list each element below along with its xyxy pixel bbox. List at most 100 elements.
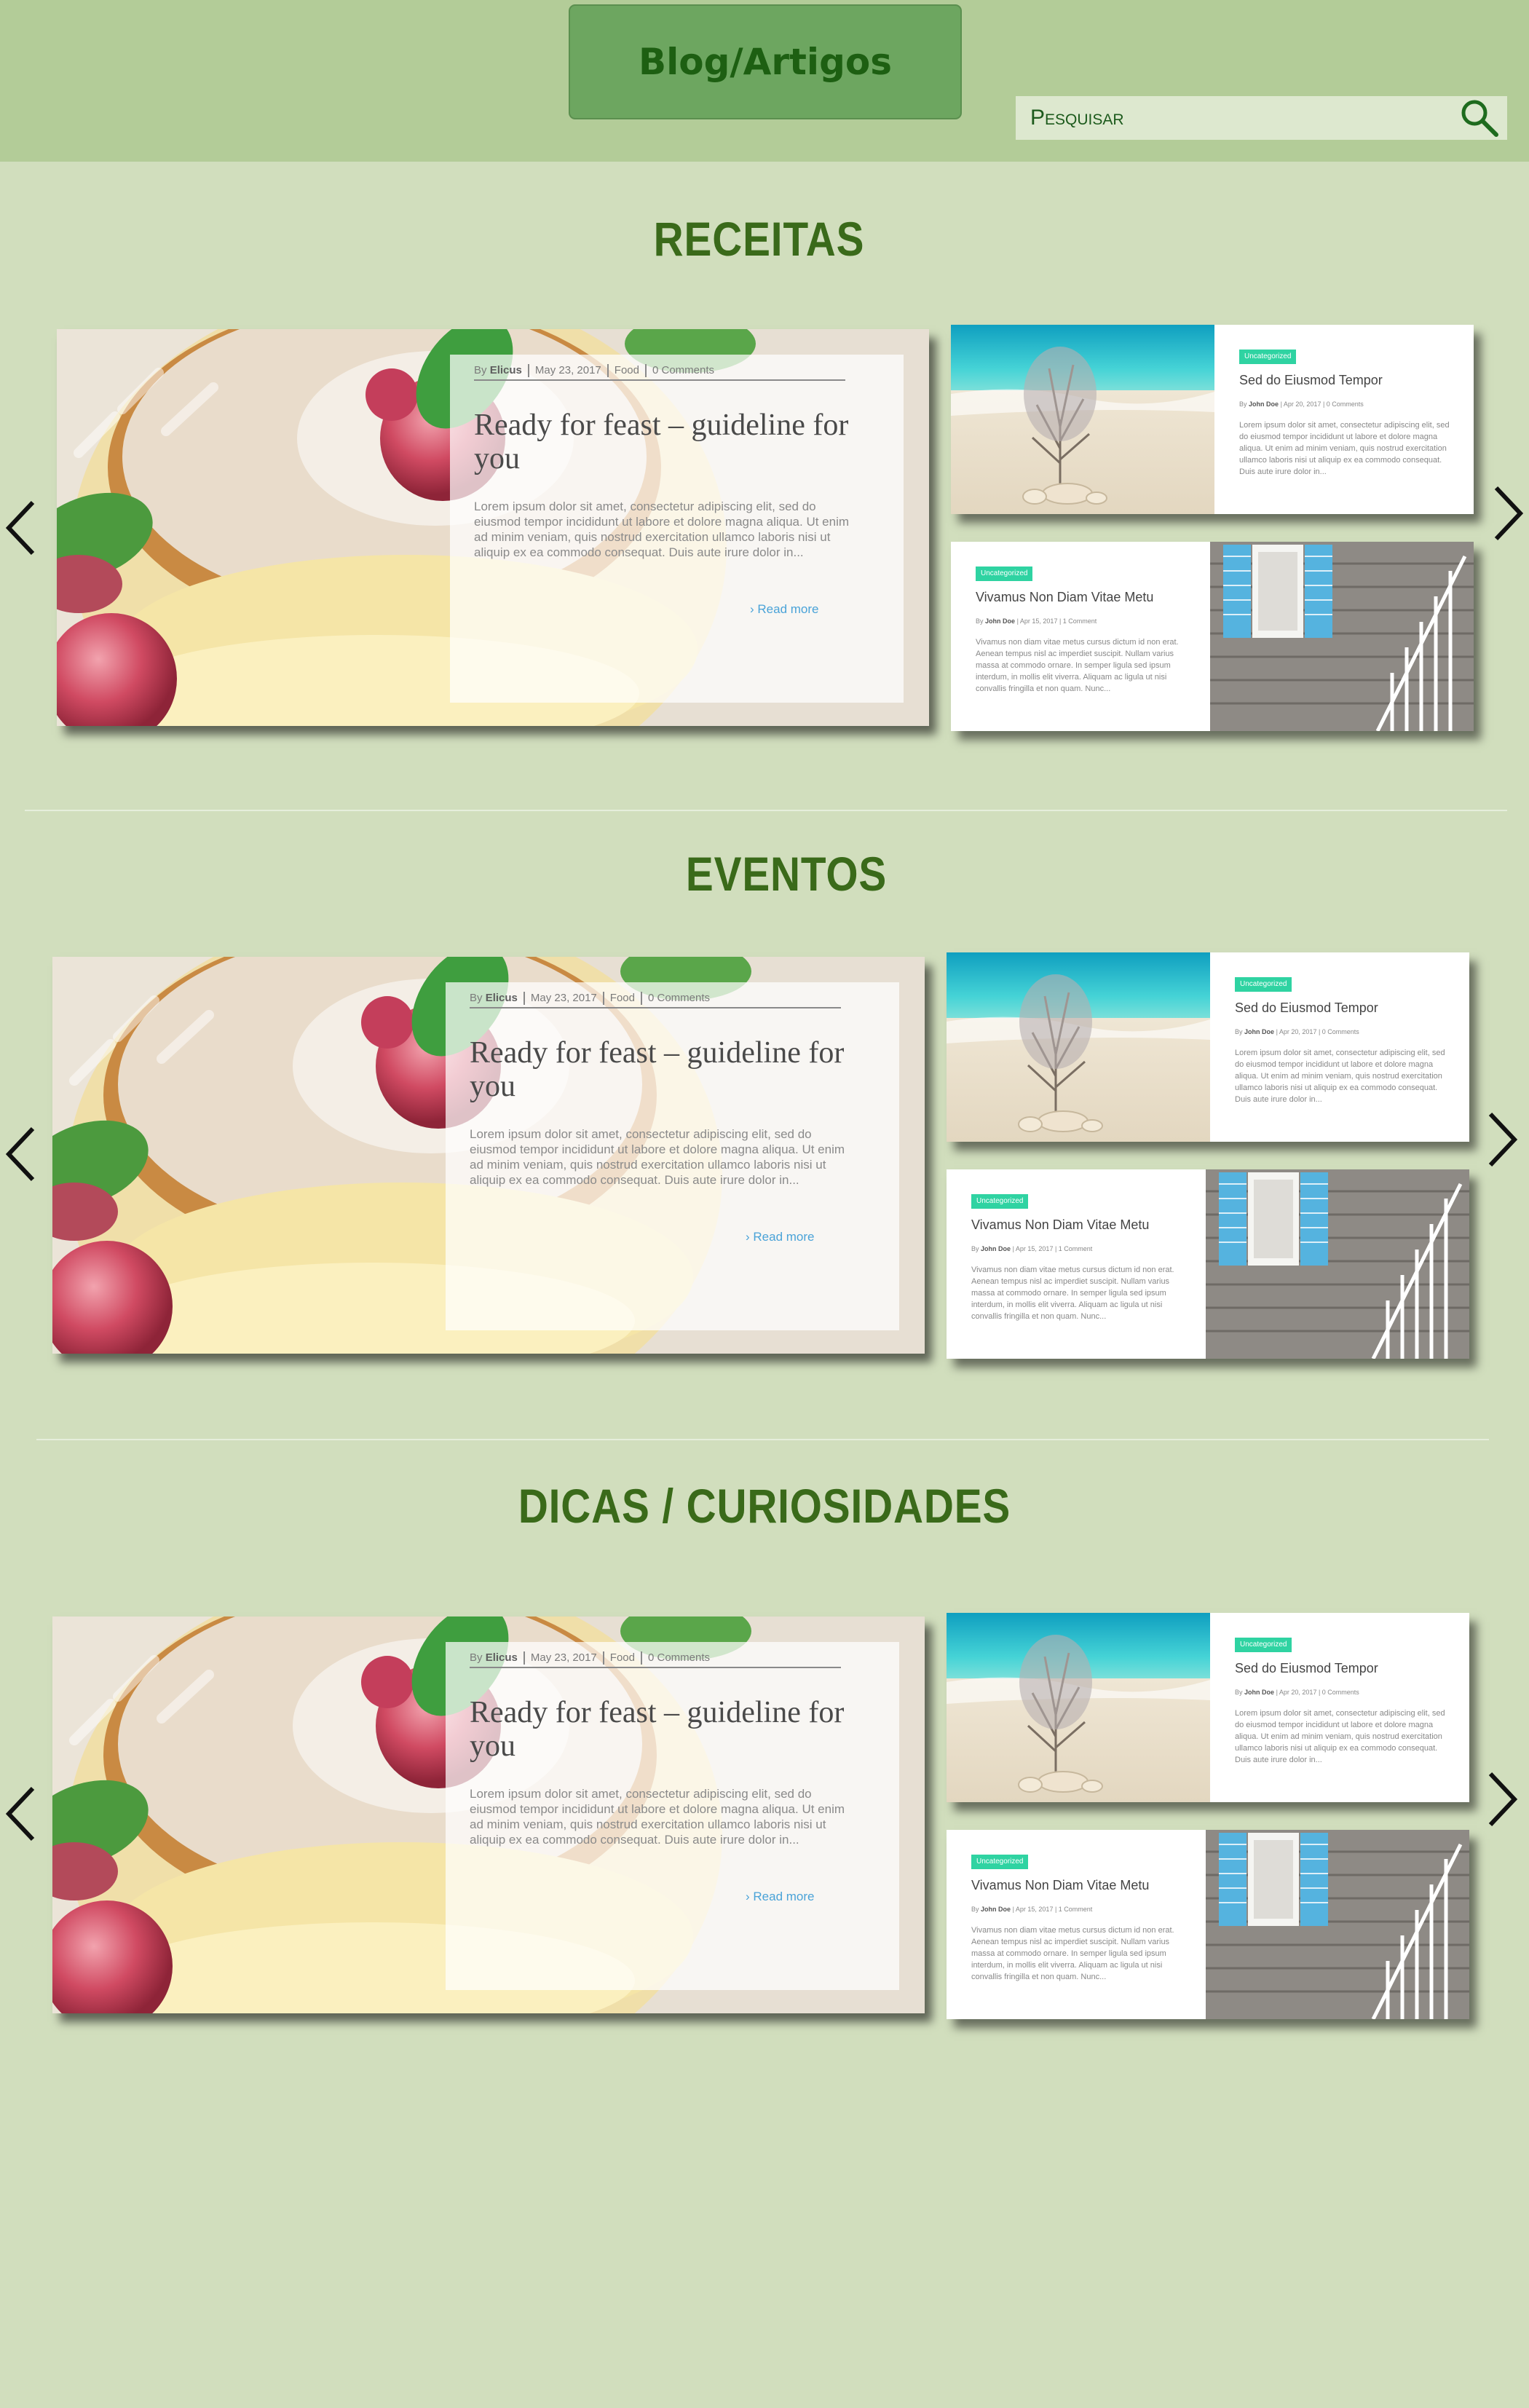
carousel-prev-arrow[interactable] xyxy=(0,1781,44,1847)
featured-post-title[interactable]: Ready for feast – guideline for you xyxy=(470,1696,848,1763)
post-comments[interactable]: 0 Comments xyxy=(647,364,720,377)
post-category[interactable]: Food xyxy=(604,1651,642,1665)
side-post-card[interactable]: Uncategorized Sed do Eiusmod Tempor By J… xyxy=(947,952,1469,1142)
side-post-meta: By John Doe | Apr 15, 2017 | 1 Comment xyxy=(976,617,1097,625)
side-post-by: By xyxy=(971,1906,979,1913)
side-post-by: By xyxy=(1239,400,1247,408)
featured-post[interactable]: By Elicus May 23, 2017 Food 0 Comments R… xyxy=(52,957,925,1354)
chevron-right-icon xyxy=(1488,1772,1518,1827)
side-post-author[interactable]: John Doe xyxy=(1249,400,1279,408)
side-post-excerpt: Lorem ipsum dolor sit amet, consectetur … xyxy=(1239,421,1450,476)
featured-post[interactable]: By Elicus May 23, 2017 Food 0 Comments R… xyxy=(52,1616,925,2013)
side-post-title[interactable]: Sed do Eiusmod Tempor xyxy=(1235,1000,1378,1016)
side-post-date-comments: | Apr 20, 2017 | 0 Comments xyxy=(1276,1028,1359,1035)
post-comments[interactable]: 0 Comments xyxy=(642,992,716,1005)
category-badge[interactable]: Uncategorized xyxy=(971,1855,1029,1869)
read-more-link[interactable]: › Read more xyxy=(746,1890,814,1904)
side-post-text: Uncategorized Vivamus Non Diam Vitae Met… xyxy=(947,1830,1206,2019)
post-category[interactable]: Food xyxy=(609,364,647,377)
side-post-title[interactable]: Vivamus Non Diam Vitae Metu xyxy=(971,1878,1149,1893)
category-badge[interactable]: Uncategorized xyxy=(976,567,1033,581)
chevron-left-icon xyxy=(5,1786,35,1841)
post-meta: By Elicus May 23, 2017 Food 0 Comments xyxy=(470,1649,841,1668)
side-post-by: By xyxy=(1235,1689,1243,1696)
post-category[interactable]: Food xyxy=(604,992,642,1005)
side-post-text: Uncategorized Vivamus Non Diam Vitae Met… xyxy=(951,542,1210,731)
post-meta-by: By xyxy=(474,364,487,376)
featured-post-title[interactable]: Ready for feast – guideline for you xyxy=(474,408,853,475)
side-post-meta: By John Doe | Apr 15, 2017 | 1 Comment xyxy=(971,1906,1092,1913)
side-post-card[interactable]: Uncategorized Vivamus Non Diam Vitae Met… xyxy=(947,1169,1469,1359)
side-post-by: By xyxy=(976,617,984,625)
side-post-meta: By John Doe | Apr 15, 2017 | 1 Comment xyxy=(971,1245,1092,1252)
carousel-prev-arrow[interactable] xyxy=(0,1121,44,1187)
side-post-title[interactable]: Sed do Eiusmod Tempor xyxy=(1239,373,1383,388)
featured-post-card: By Elicus May 23, 2017 Food 0 Comments R… xyxy=(446,982,899,1330)
featured-post-excerpt: Lorem ipsum dolor sit amet, consectetur … xyxy=(470,1787,845,1847)
post-author[interactable]: Elicus xyxy=(490,364,522,376)
category-badge[interactable]: Uncategorized xyxy=(1235,977,1292,992)
blog-articles-button[interactable]: Blog/Artigos xyxy=(569,4,962,119)
side-post-author[interactable]: John Doe xyxy=(981,1906,1011,1913)
side-post-text: Uncategorized Vivamus Non Diam Vitae Met… xyxy=(947,1169,1206,1359)
read-more-link[interactable]: › Read more xyxy=(750,602,818,617)
side-post-excerpt: Lorem ipsum dolor sit amet, consectetur … xyxy=(1235,1049,1445,1104)
side-post-author[interactable]: John Doe xyxy=(1244,1028,1274,1035)
chevron-left-icon xyxy=(5,1126,35,1182)
featured-post[interactable]: By Elicus May 23, 2017 Food 0 Comments R… xyxy=(57,329,929,726)
category-badge[interactable]: Uncategorized xyxy=(971,1194,1029,1209)
post-comments[interactable]: 0 Comments xyxy=(642,1651,716,1665)
search-input[interactable] xyxy=(1029,97,1458,139)
side-post-author[interactable]: John Doe xyxy=(985,617,1015,625)
post-date: May 23, 2017 xyxy=(525,992,604,1005)
category-badge[interactable]: Uncategorized xyxy=(1239,350,1297,364)
post-author[interactable]: Elicus xyxy=(486,1651,518,1664)
shutter-window-thumbnail xyxy=(1210,542,1474,731)
featured-post-excerpt: Lorem ipsum dolor sit amet, consectetur … xyxy=(474,500,850,559)
section-title-eventos: EVENTOS xyxy=(685,847,888,901)
side-post-title[interactable]: Vivamus Non Diam Vitae Metu xyxy=(976,590,1153,605)
header-bar: Blog/Artigos xyxy=(0,0,1529,162)
side-post-meta: By John Doe | Apr 20, 2017 | 0 Comments xyxy=(1235,1689,1359,1696)
search-icon[interactable] xyxy=(1458,96,1501,140)
shutter-window-thumbnail xyxy=(1206,1169,1469,1359)
side-post-by: By xyxy=(971,1245,979,1252)
carousel-next-arrow[interactable] xyxy=(1479,1107,1523,1172)
side-post-excerpt: Vivamus non diam vitae metus cursus dict… xyxy=(971,1926,1174,1981)
post-date: May 23, 2017 xyxy=(525,1651,604,1665)
beach-thumbnail xyxy=(951,325,1214,514)
post-date: May 23, 2017 xyxy=(529,364,609,377)
beach-thumbnail xyxy=(947,1613,1210,1802)
side-post-date-comments: | Apr 20, 2017 | 0 Comments xyxy=(1280,400,1364,408)
side-post-card[interactable]: Uncategorized Vivamus Non Diam Vitae Met… xyxy=(947,1830,1469,2019)
side-post-text: Uncategorized Sed do Eiusmod Tempor By J… xyxy=(1210,952,1469,1142)
chevron-left-icon xyxy=(5,500,35,556)
side-post-author[interactable]: John Doe xyxy=(1244,1689,1274,1696)
side-post-date-comments: | Apr 15, 2017 | 1 Comment xyxy=(1012,1906,1093,1913)
carousel-next-arrow[interactable] xyxy=(1479,1766,1523,1832)
section-divider xyxy=(36,1439,1489,1440)
carousel-next-arrow[interactable] xyxy=(1485,481,1529,546)
side-post-excerpt: Vivamus non diam vitae metus cursus dict… xyxy=(976,638,1179,693)
section-divider xyxy=(25,810,1507,811)
read-more-link[interactable]: › Read more xyxy=(746,1230,814,1244)
side-post-date-comments: | Apr 15, 2017 | 1 Comment xyxy=(1012,1245,1093,1252)
category-badge[interactable]: Uncategorized xyxy=(1235,1638,1292,1652)
carousel-prev-arrow[interactable] xyxy=(0,495,44,561)
post-author[interactable]: Elicus xyxy=(486,992,518,1004)
side-post-card[interactable]: Uncategorized Sed do Eiusmod Tempor By J… xyxy=(947,1613,1469,1802)
post-meta-by: By xyxy=(470,1651,483,1664)
section-title-receitas: RECEITAS xyxy=(653,212,865,266)
featured-post-card: By Elicus May 23, 2017 Food 0 Comments R… xyxy=(450,355,904,703)
side-post-by: By xyxy=(1235,1028,1243,1035)
post-meta: By Elicus May 23, 2017 Food 0 Comments xyxy=(474,362,845,381)
side-post-title[interactable]: Sed do Eiusmod Tempor xyxy=(1235,1661,1378,1676)
shutter-window-thumbnail xyxy=(1206,1830,1469,2019)
side-post-author[interactable]: John Doe xyxy=(981,1245,1011,1252)
search-bar xyxy=(1016,96,1507,140)
side-post-card[interactable]: Uncategorized Vivamus Non Diam Vitae Met… xyxy=(951,542,1474,731)
featured-post-title[interactable]: Ready for feast – guideline for you xyxy=(470,1036,848,1103)
side-post-card[interactable]: Uncategorized Sed do Eiusmod Tempor By J… xyxy=(951,325,1474,514)
side-post-title[interactable]: Vivamus Non Diam Vitae Metu xyxy=(971,1217,1149,1233)
side-post-date-comments: | Apr 15, 2017 | 1 Comment xyxy=(1016,617,1097,625)
